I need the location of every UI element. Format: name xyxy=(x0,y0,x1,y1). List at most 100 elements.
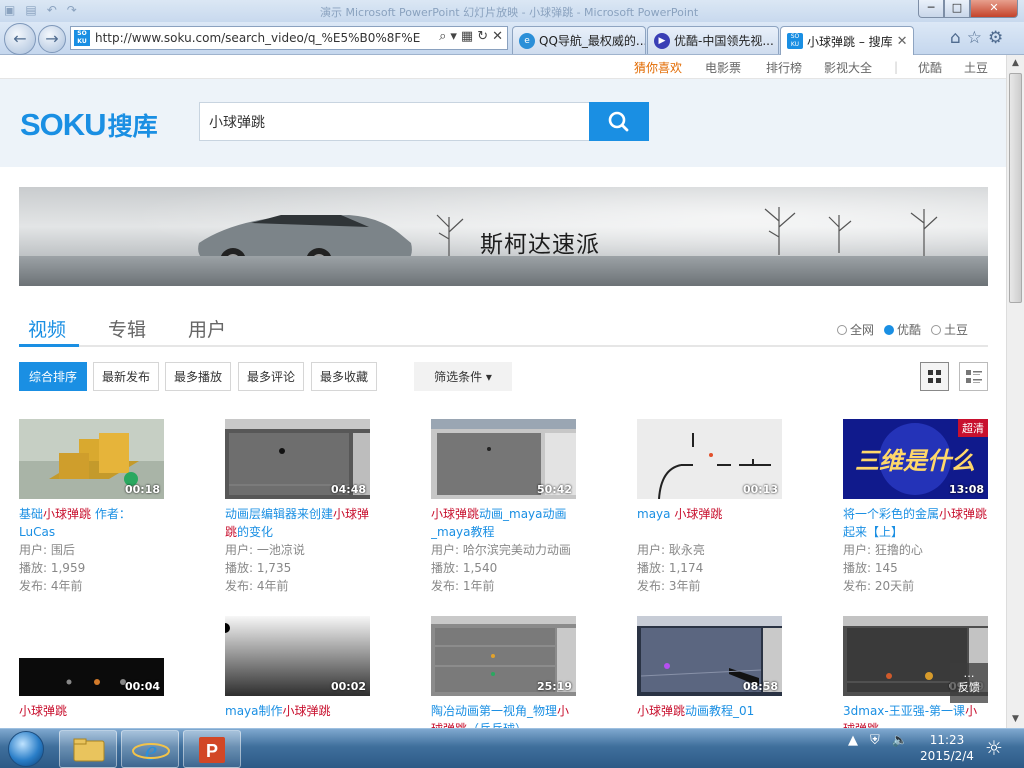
video-title[interactable]: 3dmax-王亚强-第一课小球弹跳 xyxy=(843,702,988,728)
toplink-encyclopedia[interactable]: 影视大全 xyxy=(824,59,872,76)
video-thumbnail[interactable]: 50:42 xyxy=(431,419,576,499)
dropdown-icon[interactable]: ▾ xyxy=(450,29,457,44)
toplink-tickets[interactable]: 电影票 xyxy=(705,59,741,76)
taskbar-powerpoint[interactable]: P xyxy=(183,730,241,768)
tab-videos[interactable]: 视频 xyxy=(28,315,66,342)
video-thumbnail[interactable]: 25:19 xyxy=(431,616,576,696)
video-title[interactable]: 陶冶动画第一视角_物理小球弹跳（乒乓球） xyxy=(431,702,576,728)
feedback-button[interactable]: … 反馈 xyxy=(950,663,988,703)
video-user[interactable]: 用户: 一池凉说 xyxy=(225,541,370,559)
redo-icon[interactable]: ↷ xyxy=(67,3,77,17)
scroll-down-arrow-icon[interactable]: ▼ xyxy=(1007,711,1024,728)
video-user[interactable]: 用户: 耿永亮 xyxy=(637,541,782,559)
toplink-tudou[interactable]: 土豆 xyxy=(964,59,988,76)
svg-text:P: P xyxy=(206,741,218,761)
video-card[interactable]: 00:18 基础小球弹跳 作者：LuCas 用户: 围后 播放: 1,959 发布: 4… xyxy=(19,419,164,595)
filter-dropdown[interactable]: 筛选条件 ▾ xyxy=(414,362,512,391)
search-input[interactable] xyxy=(199,102,590,141)
video-title[interactable]: 小球弹跳动画教程_01 xyxy=(637,702,782,728)
feedback-dots: … xyxy=(963,667,975,680)
taskbar-clock[interactable]: 11:23 2015/2/4 xyxy=(917,732,977,764)
list-view-button[interactable] xyxy=(959,362,988,391)
video-card[interactable]: 00:13 maya 小球弹跳 用户: 耿永亮 播放: 1,174 发布: 3年前 xyxy=(637,419,782,595)
toplink-ranking[interactable]: 排行榜 xyxy=(766,59,802,76)
sort-most-played-button[interactable]: 最多播放 xyxy=(165,362,231,391)
stop-icon[interactable]: ✕ xyxy=(492,29,503,44)
sort-newest-button[interactable]: 最新发布 xyxy=(93,362,159,391)
video-card[interactable]: 08:58小球弹跳动画教程_01用户: CG动漫城 xyxy=(637,616,782,728)
home-icon[interactable]: ⌂ xyxy=(950,28,961,48)
video-user[interactable]: 用户: 狂撸的心 xyxy=(843,541,988,559)
video-card[interactable]: 三维是什么 13:08 超清 将一个彩色的金属小球弹跳起来【上】 用户: 狂撸的心 播放:… xyxy=(843,419,988,595)
video-card[interactable]: 00:02maya制作小球弹跳用户: 3370766 xyxy=(225,616,370,728)
save-icon[interactable]: ▤ xyxy=(25,3,36,17)
minimize-button[interactable]: ─ xyxy=(918,0,944,18)
source-youku[interactable]: 优酷 xyxy=(884,321,921,338)
video-user[interactable]: 用户: 围后 xyxy=(19,541,164,559)
video-thumbnail[interactable]: 00:02 xyxy=(225,616,370,696)
gear-icon[interactable]: ⚙ xyxy=(988,28,1003,48)
browser-tab[interactable]: ▶ 优酷-中国领先视... xyxy=(647,26,779,54)
video-title[interactable]: 小球弹跳 xyxy=(19,702,164,728)
video-card[interactable]: 04:48 动画层编辑器来创建小球弹跳的变化 用户: 一池凉说 播放: 1,735 发布… xyxy=(225,419,370,595)
refresh-icon[interactable]: ↻ xyxy=(477,29,488,44)
tab-users[interactable]: 用户 xyxy=(188,315,226,342)
browser-tab[interactable]: e QQ导航_最权威的... xyxy=(512,26,646,54)
video-title[interactable]: maya制作小球弹跳 xyxy=(225,702,370,728)
video-title-highlight: 小球弹跳 xyxy=(282,704,331,718)
video-title[interactable]: maya 小球弹跳 xyxy=(637,505,782,541)
undo-icon[interactable]: ↶ xyxy=(47,3,57,17)
toplink-guess[interactable]: 猜你喜欢 xyxy=(634,59,682,76)
video-title[interactable]: 基础小球弹跳 作者：LuCas xyxy=(19,505,164,541)
source-tudou[interactable]: 土豆 xyxy=(931,321,968,338)
back-button[interactable]: ← xyxy=(4,23,36,55)
app-icon[interactable]: ▣ xyxy=(4,3,15,17)
taskbar-explorer[interactable] xyxy=(59,730,117,768)
tray-expand-icon[interactable]: ▲ xyxy=(848,733,858,748)
star-icon[interactable]: ☆ xyxy=(967,28,982,48)
maximize-button[interactable]: □ xyxy=(944,0,970,18)
clock-date: 2015/2/4 xyxy=(920,749,974,763)
page-scrollbar[interactable]: ▲ ▼ xyxy=(1006,55,1024,728)
tab-close-icon[interactable]: ✕ xyxy=(897,34,908,49)
brightness-icon[interactable]: ☼ xyxy=(980,731,1008,765)
shield-icon[interactable]: ⛨ xyxy=(870,733,880,748)
address-url[interactable]: http://www.soku.com/search_video/q_%E5%B… xyxy=(95,31,420,45)
search-icon[interactable]: ⌕ xyxy=(439,29,446,44)
video-thumbnail[interactable]: 00:13 xyxy=(637,419,782,499)
compatibility-icon[interactable]: ▦ xyxy=(461,29,473,44)
ad-banner[interactable]: 斯柯达速派 xyxy=(19,187,988,286)
video-thumbnail[interactable]: 00:04 xyxy=(19,616,164,696)
video-title[interactable]: 将一个彩色的金属小球弹跳起来【上】 xyxy=(843,505,988,541)
sort-relevance-button[interactable]: 综合排序 xyxy=(19,362,87,391)
browser-tab-active[interactable]: SO KU 小球弹跳 – 搜库 ✕ xyxy=(780,26,914,55)
start-button[interactable] xyxy=(4,729,48,768)
video-thumbnail[interactable]: 08:58 xyxy=(637,616,782,696)
video-title[interactable]: 动画层编辑器来创建小球弹跳的变化 xyxy=(225,505,370,541)
video-thumbnail[interactable]: 三维是什么 13:08 超清 xyxy=(843,419,988,499)
close-button[interactable]: ✕ xyxy=(970,0,1018,18)
volume-icon[interactable]: 🔈 xyxy=(892,733,908,748)
video-card[interactable]: 00:04小球弹跳用户: 以太坛底 xyxy=(19,616,164,728)
feedback-label: 反馈 xyxy=(958,681,980,694)
forward-button[interactable]: → xyxy=(38,25,66,53)
toplink-youku[interactable]: 优酷 xyxy=(918,59,942,76)
grid-view-button[interactable] xyxy=(920,362,949,391)
sort-most-favorites-button[interactable]: 最多收藏 xyxy=(311,362,377,391)
video-thumbnail[interactable]: 00:18 xyxy=(19,419,164,499)
video-thumbnail[interactable]: 04:48 xyxy=(225,419,370,499)
video-title[interactable]: 小球弹跳动画_maya动画_maya教程 xyxy=(431,505,576,541)
search-button[interactable] xyxy=(589,102,649,141)
video-card[interactable]: 50:42 小球弹跳动画_maya动画_maya教程 用户: 哈尔滨完美动力动画 播放… xyxy=(431,419,576,595)
soku-logo[interactable]: SOKU搜库 xyxy=(20,107,158,143)
tab-albums[interactable]: 专辑 xyxy=(108,315,146,342)
scroll-up-arrow-icon[interactable]: ▲ xyxy=(1007,55,1024,72)
address-bar[interactable]: SO KU http://www.soku.com/search_video/q_… xyxy=(70,26,508,50)
video-user[interactable]: 用户: 哈尔滨完美动力动画 xyxy=(431,541,576,559)
video-card[interactable]: 25:19 陶冶动画第一视角_物理小球弹跳（乒乓球） xyxy=(431,616,576,728)
sort-most-comments-button[interactable]: 最多评论 xyxy=(238,362,304,391)
video-title-highlight: 小球弹跳 xyxy=(431,507,480,521)
taskbar-ie[interactable]: e xyxy=(121,730,179,768)
source-all[interactable]: 全网 xyxy=(837,321,874,338)
scroll-thumb[interactable] xyxy=(1009,73,1022,303)
